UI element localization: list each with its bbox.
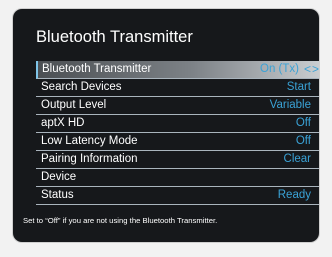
menu-item-label: Status bbox=[41, 189, 74, 201]
menu-item-value: Clear bbox=[283, 153, 311, 165]
osd-screen: Bluetooth Transmitter Bluetooth Transmit… bbox=[13, 9, 319, 242]
menu-item-value: Off bbox=[295, 135, 311, 147]
menu-item-value: On (Tx) bbox=[260, 63, 299, 75]
menu-item-pairing-information[interactable]: Pairing Information Clear bbox=[36, 151, 319, 169]
menu-item-device[interactable]: Device bbox=[36, 169, 319, 187]
menu-item-low-latency-mode[interactable]: Low Latency Mode Off bbox=[36, 133, 319, 151]
menu-item-label: Search Devices bbox=[41, 81, 122, 93]
menu-item-output-level[interactable]: Output Level Variable bbox=[36, 97, 319, 115]
chevron-left-icon[interactable]: < bbox=[304, 62, 311, 76]
menu-item-bluetooth-transmitter[interactable]: Bluetooth Transmitter On (Tx) <> bbox=[36, 61, 319, 79]
value-arrows: <> bbox=[303, 62, 319, 76]
menu-item-value: Start bbox=[286, 81, 311, 93]
menu-item-value: Ready bbox=[277, 189, 311, 201]
screen-title: Bluetooth Transmitter bbox=[36, 28, 193, 46]
menu-item-value: Variable bbox=[269, 99, 311, 111]
menu-item-label: aptX HD bbox=[41, 117, 85, 129]
menu-item-search-devices[interactable]: Search Devices Start bbox=[36, 79, 319, 97]
menu-item-label: Pairing Information bbox=[41, 153, 138, 165]
menu-item-label: Device bbox=[41, 171, 77, 183]
menu-item-label: Low Latency Mode bbox=[41, 135, 138, 147]
menu-item-label: Bluetooth Transmitter bbox=[42, 63, 152, 75]
chevron-right-icon[interactable]: > bbox=[312, 62, 319, 76]
menu-item-aptx-hd[interactable]: aptX HD Off bbox=[36, 115, 319, 133]
menu-item-status[interactable]: Status Ready bbox=[36, 187, 319, 205]
settings-menu: Bluetooth Transmitter On (Tx) <> Search … bbox=[36, 61, 319, 205]
menu-item-label: Output Level bbox=[41, 99, 107, 111]
help-text: Set to “Off” if you are not using the Bl… bbox=[23, 216, 218, 225]
menu-item-value: Off bbox=[295, 117, 311, 129]
